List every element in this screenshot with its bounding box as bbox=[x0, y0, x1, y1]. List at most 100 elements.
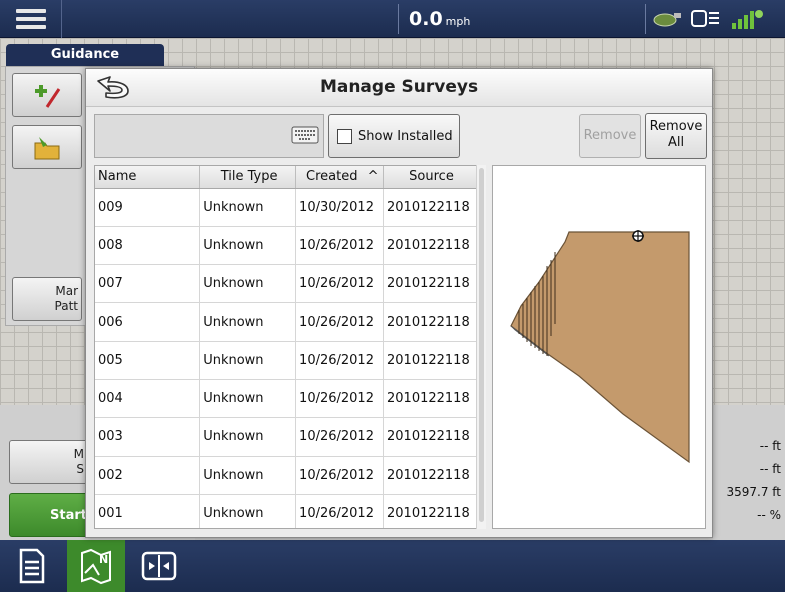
cell-created: 10/26/2012 bbox=[295, 302, 384, 342]
readout-3: 3597.7 ft bbox=[726, 485, 781, 499]
show-installed-toggle[interactable]: Show Installed bbox=[328, 114, 460, 158]
keyboard-icon[interactable] bbox=[291, 126, 319, 144]
remove-all-label-1: Remove bbox=[649, 119, 703, 134]
start-button[interactable]: Start bbox=[9, 493, 89, 537]
column-header-source[interactable]: Source bbox=[383, 166, 477, 189]
cell-name: 006 bbox=[95, 302, 201, 342]
readout-4: -- % bbox=[757, 508, 781, 522]
cell-tile-type: Unknown bbox=[199, 417, 297, 457]
run-page-icon bbox=[19, 548, 45, 584]
cell-name: 002 bbox=[95, 456, 201, 495]
field-boundary-map bbox=[510, 230, 690, 464]
cell-source: 2010122118 bbox=[383, 341, 477, 380]
top-status-bar: 0.0 mph bbox=[0, 0, 785, 38]
dialog-title: Manage Surveys bbox=[319, 77, 479, 97]
column-header-tile-type[interactable]: Tile Type bbox=[199, 166, 297, 189]
table-row[interactable]: 007 Unknown 10/26/2012 2010122118 bbox=[95, 264, 477, 304]
menu-button[interactable] bbox=[0, 0, 62, 38]
survey-preview bbox=[492, 165, 706, 529]
cell-created: 10/26/2012 bbox=[295, 341, 384, 380]
cell-created: 10/26/2012 bbox=[295, 226, 384, 266]
table-row[interactable]: 002 Unknown 10/26/2012 2010122118 bbox=[95, 456, 477, 495]
cell-tile-type: Unknown bbox=[199, 264, 297, 304]
created-header-label: Created bbox=[306, 169, 358, 185]
cell-name: 007 bbox=[95, 264, 201, 304]
table-row[interactable]: 003 Unknown 10/26/2012 2010122118 bbox=[95, 417, 477, 457]
status-icons bbox=[645, 4, 785, 34]
cell-source: 2010122118 bbox=[383, 379, 477, 419]
cell-tile-type: Unknown bbox=[199, 341, 297, 380]
column-header-name[interactable]: Name bbox=[95, 166, 201, 189]
cell-created: 10/26/2012 bbox=[295, 417, 384, 457]
cell-created: 10/26/2012 bbox=[295, 264, 384, 304]
cell-source: 2010122118 bbox=[383, 456, 477, 495]
status-readouts: -- ft -- ft 3597.7 ft -- % bbox=[713, 405, 785, 540]
cell-created: 10/26/2012 bbox=[295, 456, 384, 495]
speed-value: 0.0 bbox=[409, 8, 443, 30]
sort-ascending-icon: ^ bbox=[367, 169, 379, 185]
cell-source: 2010122118 bbox=[383, 302, 477, 342]
remove-all-button[interactable]: Remove All bbox=[645, 113, 707, 159]
display-icon[interactable] bbox=[690, 9, 722, 29]
table-row[interactable]: 005 Unknown 10/26/2012 2010122118 bbox=[95, 341, 477, 380]
manage-patterns-label-2: Patt bbox=[54, 299, 78, 313]
table-scrollbar[interactable] bbox=[476, 165, 486, 529]
show-installed-checkbox[interactable] bbox=[337, 128, 352, 144]
remove-all-label-2: All bbox=[667, 135, 685, 150]
manage-patterns-label-1: Mar bbox=[55, 284, 78, 298]
tank-icon[interactable] bbox=[652, 10, 682, 28]
cell-created: 10/30/2012 bbox=[295, 188, 384, 227]
speed-unit: mph bbox=[445, 15, 471, 28]
table-row[interactable]: 001 Unknown 10/26/2012 2010122118 bbox=[95, 494, 477, 528]
table-row[interactable]: 008 Unknown 10/26/2012 2010122118 bbox=[95, 226, 477, 266]
menu-icon bbox=[15, 5, 46, 33]
manage-surveys-dialog: Manage Surveys Show Installed Remove Rem… bbox=[85, 68, 713, 538]
remove-button[interactable]: Remove bbox=[579, 114, 641, 158]
cell-name: 005 bbox=[95, 341, 201, 380]
load-pattern-button[interactable] bbox=[12, 125, 82, 169]
show-installed-label: Show Installed bbox=[358, 128, 453, 144]
manage-patterns-button[interactable]: Mar Patt bbox=[12, 277, 82, 321]
cell-tile-type: Unknown bbox=[199, 226, 297, 266]
readout-1: -- ft bbox=[759, 439, 781, 453]
cell-source: 2010122118 bbox=[383, 226, 477, 266]
add-line-icon bbox=[35, 85, 61, 108]
split-screen-button[interactable] bbox=[130, 540, 188, 592]
cell-source: 2010122118 bbox=[383, 188, 477, 227]
manage-surveys-label-1: M bbox=[73, 447, 84, 461]
cell-created: 10/26/2012 bbox=[295, 494, 384, 528]
map-page-icon: N bbox=[81, 548, 111, 585]
gps-signal-icon[interactable] bbox=[730, 7, 764, 31]
cell-source: 2010122118 bbox=[383, 494, 477, 528]
cell-tile-type: Unknown bbox=[199, 379, 297, 419]
cell-tile-type: Unknown bbox=[199, 188, 297, 227]
cell-source: 2010122118 bbox=[383, 417, 477, 457]
cell-tile-type: Unknown bbox=[199, 494, 297, 528]
run-page-button[interactable] bbox=[3, 540, 61, 592]
table-row[interactable]: 004 Unknown 10/26/2012 2010122118 bbox=[95, 379, 477, 419]
cell-name: 008 bbox=[95, 226, 201, 266]
map-page-button[interactable]: N bbox=[67, 540, 125, 592]
new-pattern-button[interactable] bbox=[12, 73, 82, 117]
cell-name: 003 bbox=[95, 417, 201, 457]
search-input[interactable] bbox=[94, 114, 324, 158]
column-header-created[interactable]: Created ^ bbox=[295, 166, 384, 189]
cell-name: 001 bbox=[95, 494, 201, 528]
manage-surveys-label-2: S bbox=[76, 462, 84, 476]
cell-name: 004 bbox=[95, 379, 201, 419]
cell-source: 2010122118 bbox=[383, 264, 477, 304]
table-row[interactable]: 006 Unknown 10/26/2012 2010122118 bbox=[95, 302, 477, 342]
cell-created: 10/26/2012 bbox=[295, 379, 384, 419]
scrollbar-thumb[interactable] bbox=[479, 168, 484, 522]
bottom-nav-bar: N bbox=[0, 540, 785, 592]
readout-2: -- ft bbox=[759, 462, 781, 476]
table-row[interactable]: 009 Unknown 10/30/2012 2010122118 bbox=[95, 188, 477, 227]
guidance-tab[interactable]: Guidance bbox=[6, 44, 164, 66]
folder-icon bbox=[34, 137, 60, 160]
cell-tile-type: Unknown bbox=[199, 456, 297, 495]
split-screen-icon bbox=[141, 551, 177, 581]
manage-surveys-button[interactable]: M S bbox=[9, 440, 89, 484]
speed-readout: 0.0 mph bbox=[398, 4, 612, 34]
dialog-header: Manage Surveys bbox=[86, 69, 712, 107]
surveys-table: Name Tile Type Created ^ Source 009 Unkno… bbox=[94, 165, 486, 529]
